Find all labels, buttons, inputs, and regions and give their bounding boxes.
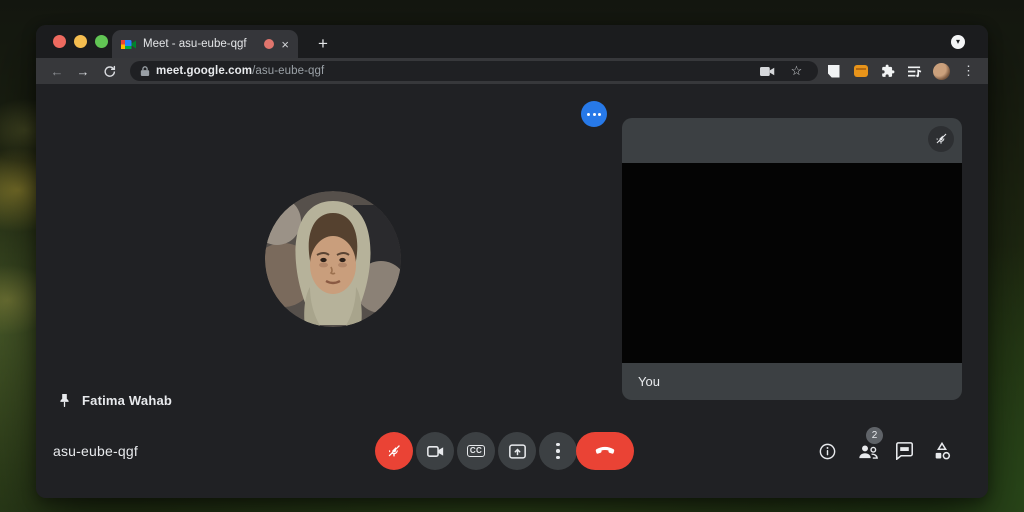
leave-call-button[interactable] xyxy=(576,432,634,470)
pin-icon xyxy=(58,393,71,408)
more-vertical-icon xyxy=(556,442,560,460)
new-tab-button[interactable]: + xyxy=(308,30,338,58)
tab-title: Meet - asu-eube-qgf xyxy=(143,38,247,50)
meet-main-area: Fatima Wahab You asu-eube-qgf CC 2 xyxy=(36,84,988,498)
minimize-window-button[interactable] xyxy=(74,35,87,48)
self-view-footer: You xyxy=(622,363,962,400)
zoom-window-button[interactable] xyxy=(95,35,108,48)
self-view-label: You xyxy=(638,374,660,389)
media-in-use-indicator xyxy=(264,39,275,49)
chat-button[interactable] xyxy=(893,440,915,462)
tab-close-icon[interactable]: × xyxy=(281,38,289,51)
lock-icon xyxy=(140,65,150,77)
captions-label: CC xyxy=(466,445,486,457)
meet-favicon-icon xyxy=(121,38,136,51)
bookmark-star-icon[interactable]: ☆ xyxy=(785,60,808,82)
url-domain: meet.google.com xyxy=(156,65,253,77)
playlist-extension-icon[interactable] xyxy=(903,60,926,82)
participants-count-badge: 2 xyxy=(866,427,883,444)
camera-button[interactable] xyxy=(416,432,454,470)
desktop-background: Meet - asu-eube-qgf × + ▾ ← → meet.googl… xyxy=(0,0,1024,512)
pinned-participant-row: Fatima Wahab xyxy=(58,393,172,408)
self-mic-muted-icon xyxy=(928,126,954,152)
more-options-button[interactable] xyxy=(539,432,577,470)
honey-extension-icon[interactable] xyxy=(849,60,872,82)
browser-toolbar: ← → meet.google.com/asu-eube-qgf ☆ ⋮ xyxy=(36,58,988,84)
profile-avatar[interactable] xyxy=(930,60,953,82)
self-view-header xyxy=(622,118,962,163)
pinned-participant-name: Fatima Wahab xyxy=(82,393,173,408)
mute-microphone-button[interactable] xyxy=(375,432,413,470)
tile-options-button[interactable] xyxy=(581,101,607,127)
tab-meet[interactable]: Meet - asu-eube-qgf × xyxy=(112,30,298,58)
url-text: meet.google.com/asu-eube-qgf xyxy=(156,65,324,77)
extensions-puzzle-icon[interactable] xyxy=(876,60,899,82)
window-controls xyxy=(53,35,108,48)
captions-button[interactable]: CC xyxy=(457,432,495,470)
participant-avatar xyxy=(265,191,401,327)
close-window-button[interactable] xyxy=(53,35,66,48)
chrome-menu-icon[interactable]: ⋮ xyxy=(957,60,980,82)
meeting-code: asu-eube-qgf xyxy=(53,443,138,459)
tab-strip: Meet - asu-eube-qgf × + ▾ xyxy=(36,25,988,58)
address-bar[interactable]: meet.google.com/asu-eube-qgf ☆ xyxy=(130,61,818,81)
self-video-feed xyxy=(622,163,962,363)
present-button[interactable] xyxy=(498,432,536,470)
tab-search-button[interactable]: ▾ xyxy=(951,35,965,49)
activities-button[interactable] xyxy=(931,440,953,462)
meeting-details-button[interactable] xyxy=(816,440,838,462)
back-icon[interactable]: ← xyxy=(46,64,68,79)
reload-icon[interactable] xyxy=(98,65,120,78)
camera-in-use-icon[interactable] xyxy=(756,60,779,82)
self-view-tile[interactable]: You xyxy=(622,118,962,400)
note-extension-icon[interactable] xyxy=(822,60,845,82)
forward-icon[interactable]: → xyxy=(72,64,94,79)
browser-window: Meet - asu-eube-qgf × + ▾ ← → meet.googl… xyxy=(36,25,988,498)
url-path: /asu-eube-qgf xyxy=(252,65,325,77)
